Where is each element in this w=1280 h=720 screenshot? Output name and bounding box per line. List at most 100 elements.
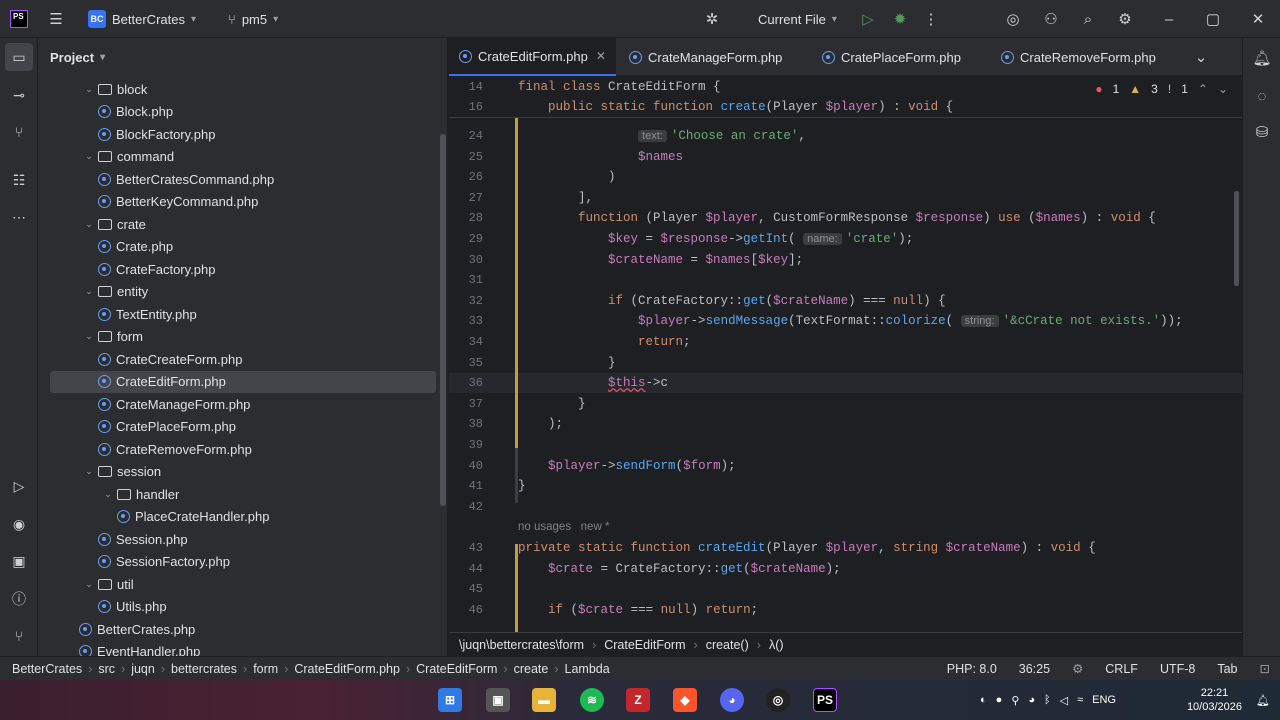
chevron-down-icon[interactable]: ⌄ bbox=[1218, 82, 1228, 96]
path-segment[interactable]: create bbox=[514, 662, 549, 676]
chevron-up-icon[interactable]: ⌃ bbox=[1198, 82, 1208, 96]
path-segment[interactable]: Lambda bbox=[565, 662, 610, 676]
tab-crate-place-form[interactable]: CratePlaceForm.php bbox=[812, 38, 971, 76]
tree-item-file[interactable]: BetterCratesCommand.php bbox=[38, 168, 438, 190]
branch-switcher[interactable]: ⑂ pm5 ▾ bbox=[228, 0, 278, 38]
terminal-icon[interactable]: ▣ bbox=[9, 551, 29, 571]
indent-setting[interactable]: Tab bbox=[1217, 662, 1237, 676]
expand-chevron-icon[interactable]: ⌄ bbox=[82, 151, 96, 162]
file-encoding[interactable]: UTF-8 bbox=[1160, 662, 1195, 676]
phpstorm-logo-icon[interactable]: PS bbox=[10, 10, 28, 28]
caret-position[interactable]: 36:25 bbox=[1019, 662, 1050, 676]
problems-icon[interactable]: ⓘ bbox=[9, 589, 29, 609]
code-line[interactable]: no usages new * bbox=[518, 520, 609, 534]
microphone-icon[interactable]: ⚲ bbox=[1011, 694, 1019, 707]
sticky-code-line[interactable]: public static function create(Player $pl… bbox=[518, 100, 953, 114]
phpstorm-taskbar-icon[interactable]: PS bbox=[813, 688, 837, 712]
structure-icon[interactable]: ☷ bbox=[9, 170, 29, 190]
sticky-code-line[interactable]: final class CrateEditForm { bbox=[518, 80, 721, 94]
close-icon[interactable]: ✕ bbox=[1248, 9, 1268, 29]
discord-tray-icon[interactable]: ◕ bbox=[1028, 694, 1035, 706]
editor-scrollbar[interactable] bbox=[1234, 191, 1239, 286]
tree-item-folder[interactable]: ⌄ block bbox=[38, 78, 438, 100]
wifi-icon[interactable]: ≈ bbox=[1077, 694, 1083, 706]
discord-icon[interactable]: ◕ bbox=[720, 688, 744, 712]
code-line[interactable]: $names bbox=[518, 150, 683, 164]
tree-item-folder[interactable]: ⌄ crate bbox=[38, 213, 438, 235]
tab-crate-remove-form[interactable]: CrateRemoveForm.php bbox=[991, 38, 1166, 76]
pull-requests-icon[interactable]: ⑂ bbox=[9, 122, 29, 142]
spotify-tray-icon[interactable]: ● bbox=[996, 694, 1003, 706]
code-line[interactable]: ); bbox=[518, 417, 563, 431]
tree-item-file[interactable]: CratePlaceForm.php bbox=[38, 416, 438, 438]
windows-start-icon[interactable]: ⊞ bbox=[438, 688, 462, 712]
git-icon[interactable]: ⑂ bbox=[9, 626, 29, 646]
more-tools-icon[interactable]: ⋯ bbox=[9, 207, 29, 227]
tree-item-file[interactable]: CrateCreateForm.php bbox=[38, 348, 438, 370]
code-line[interactable]: function (Player $player, CustomFormResp… bbox=[518, 211, 1156, 225]
run-config-selector[interactable]: Current File ▾ bbox=[758, 0, 837, 38]
close-icon[interactable]: ✕ bbox=[596, 49, 606, 63]
filezilla-icon[interactable]: Z bbox=[626, 688, 650, 712]
spotify-icon[interactable]: ≋ bbox=[580, 688, 604, 712]
tab-crate-edit-form[interactable]: CrateEditForm.php ✕ bbox=[449, 38, 616, 76]
maximize-icon[interactable]: ▢ bbox=[1203, 9, 1223, 29]
expand-chevron-icon[interactable]: ⌄ bbox=[82, 331, 96, 342]
code-line[interactable]: ) bbox=[518, 170, 616, 184]
tree-item-file[interactable]: CrateRemoveForm.php bbox=[38, 438, 438, 460]
tray-app-icon[interactable]: ◐ bbox=[980, 694, 987, 706]
lock-icon[interactable]: ⊡ bbox=[1260, 661, 1270, 676]
code-line[interactable]: } bbox=[518, 479, 526, 493]
code-line[interactable]: $crate = CrateFactory::get($crateName); bbox=[518, 562, 841, 576]
code-line[interactable]: $key = $response->getInt( name:'crate'); bbox=[518, 232, 913, 246]
path-segment[interactable]: CrateEditForm bbox=[416, 662, 497, 676]
expand-chevron-icon[interactable]: ⌄ bbox=[101, 489, 115, 500]
path-segment[interactable]: bettercrates bbox=[171, 662, 237, 676]
more-actions-icon[interactable]: ⋮ bbox=[921, 9, 941, 29]
expand-chevron-icon[interactable]: ⌄ bbox=[82, 579, 96, 590]
code-line[interactable]: $player->sendForm($form); bbox=[518, 459, 736, 473]
expand-chevron-icon[interactable]: ⌄ bbox=[82, 219, 96, 230]
add-user-icon[interactable]: ⚇ bbox=[1041, 9, 1061, 29]
code-line[interactable]: } bbox=[518, 356, 616, 370]
crumb-lambda[interactable]: λ() bbox=[769, 638, 784, 652]
debug-icon[interactable]: ✹ bbox=[890, 9, 910, 29]
tree-item-file[interactable]: SessionFactory.php bbox=[38, 551, 438, 573]
line-separator[interactable]: CRLF bbox=[1105, 662, 1138, 676]
path-segment[interactable]: juqn bbox=[131, 662, 155, 676]
code-line[interactable]: if ($crate === null) return; bbox=[518, 603, 758, 617]
tree-item-file[interactable]: Block.php bbox=[38, 101, 438, 123]
project-scrollbar[interactable] bbox=[440, 134, 446, 506]
notifications-icon[interactable]: 🔔︎ bbox=[1256, 680, 1270, 720]
path-segment[interactable]: form bbox=[253, 662, 278, 676]
path-segment[interactable]: CrateEditForm.php bbox=[294, 662, 400, 676]
code-line[interactable]: ], bbox=[518, 191, 593, 205]
tree-item-file[interactable]: CrateEditForm.php bbox=[50, 370, 436, 393]
tree-item-file[interactable]: Session.php bbox=[38, 528, 438, 550]
notifications-bell-icon[interactable]: 🔔︎ bbox=[1252, 48, 1272, 68]
code-line[interactable]: } bbox=[518, 397, 586, 411]
code-line[interactable]: return; bbox=[518, 335, 691, 349]
debug-bug-icon[interactable]: ✲ bbox=[702, 9, 722, 29]
code-style-icon[interactable]: ⚙ bbox=[1072, 661, 1083, 676]
path-segment[interactable]: BetterCrates bbox=[12, 662, 82, 676]
code-editor[interactable]: 14 final class CrateEditForm {16 public s… bbox=[449, 76, 1242, 632]
ai-chat-icon[interactable]: ◌ bbox=[1252, 86, 1272, 106]
project-panel-header[interactable]: Project ▾ bbox=[38, 38, 447, 76]
database-icon[interactable]: ⛁ bbox=[1252, 122, 1272, 142]
language-indicator[interactable]: ENG bbox=[1092, 694, 1116, 706]
tab-crate-manage-form[interactable]: CrateManageForm.php bbox=[619, 38, 792, 76]
tree-item-file[interactable]: Crate.php bbox=[38, 236, 438, 258]
tree-item-file[interactable]: EventHandler.php bbox=[38, 641, 438, 656]
services-icon[interactable]: ◉ bbox=[9, 514, 29, 534]
expand-chevron-icon[interactable]: ⌄ bbox=[82, 466, 96, 477]
settings-gear-icon[interactable]: ⚙ bbox=[1115, 9, 1135, 29]
tree-item-file[interactable]: BetterCrates.php bbox=[38, 618, 438, 640]
crumb-namespace[interactable]: \juqn\bettercrates\form bbox=[459, 638, 584, 652]
clock[interactable]: 22:21 10/03/2026 bbox=[1187, 686, 1242, 714]
run-icon[interactable]: ▷ bbox=[858, 9, 878, 29]
code-line[interactable]: text: 'Choose an crate', bbox=[518, 129, 806, 143]
expand-chevron-icon[interactable]: ⌄ bbox=[82, 286, 96, 297]
project-switcher[interactable]: BC BetterCrates ▾ bbox=[88, 0, 196, 38]
brave-browser-icon[interactable]: ◆ bbox=[673, 688, 697, 712]
